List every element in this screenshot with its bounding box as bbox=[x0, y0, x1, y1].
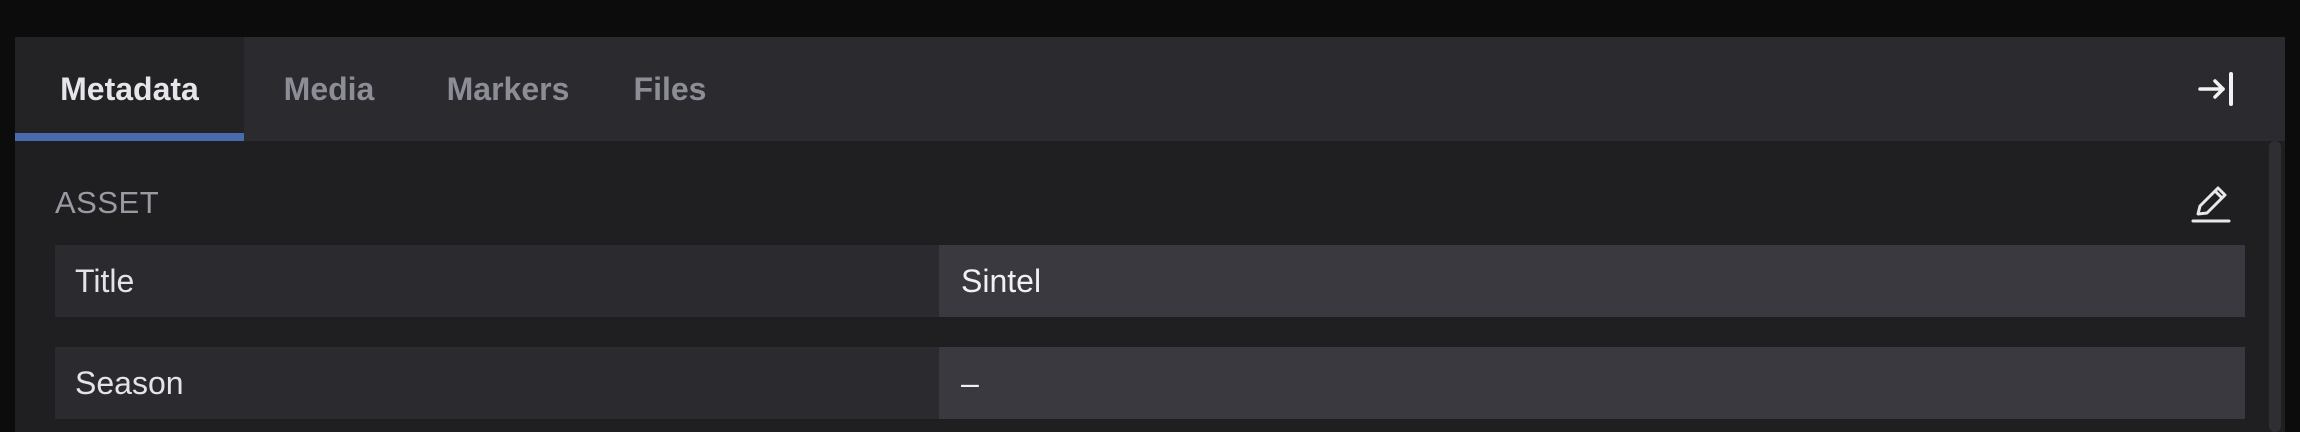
edit-button[interactable] bbox=[2189, 181, 2233, 225]
tab-bar: Metadata Media Markers Files bbox=[15, 37, 2285, 141]
field-value: – bbox=[939, 347, 2245, 419]
field-row-season: Season – bbox=[55, 347, 2245, 419]
field-label: Title bbox=[55, 245, 939, 317]
tab-metadata[interactable]: Metadata bbox=[15, 37, 244, 141]
field-row-title: Title Sintel bbox=[55, 245, 2245, 317]
tab-files[interactable]: Files bbox=[602, 37, 738, 141]
collapse-right-icon bbox=[2198, 72, 2233, 106]
section-title-asset: ASSET bbox=[55, 185, 160, 220]
field-value: Sintel bbox=[939, 245, 2245, 317]
collapse-panel-button[interactable] bbox=[2197, 69, 2237, 109]
asset-details-panel: Metadata Media Markers Files ASSET Title… bbox=[15, 37, 2285, 432]
vertical-scrollbar[interactable] bbox=[2269, 141, 2281, 432]
pencil-icon bbox=[2191, 186, 2231, 223]
tab-media[interactable]: Media bbox=[244, 37, 414, 141]
field-label: Season bbox=[55, 347, 939, 419]
tab-markers[interactable]: Markers bbox=[414, 37, 602, 141]
